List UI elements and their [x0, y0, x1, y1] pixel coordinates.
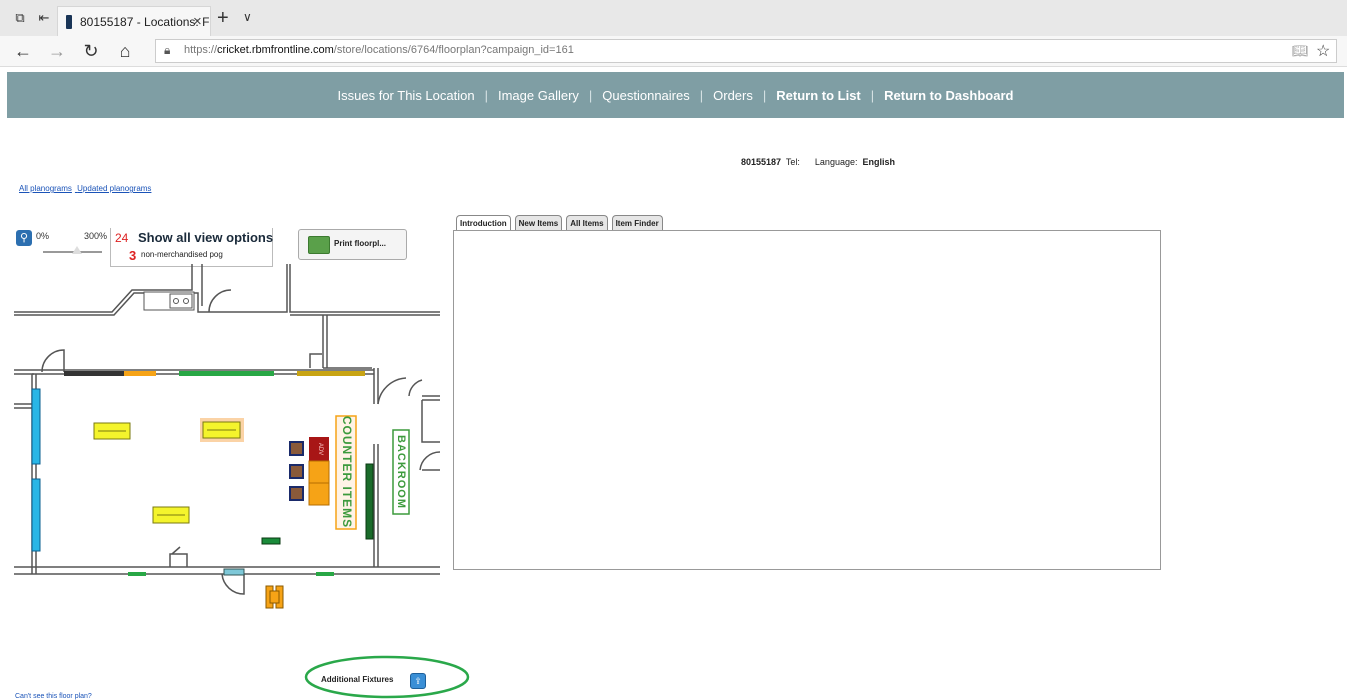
language-value: English	[862, 157, 895, 167]
tel-label: Tel:	[785, 157, 800, 167]
nav-separator: |	[762, 87, 767, 103]
site-nav-bar: Issues for This Location | Image Gallery…	[7, 72, 1344, 118]
wall-fixture[interactable]	[365, 463, 374, 540]
site-nav-links: Issues for This Location | Image Gallery…	[7, 72, 1344, 118]
tab-introduction[interactable]: Introduction	[456, 215, 511, 231]
show-all-view-options-link[interactable]: Show all view options	[138, 230, 273, 245]
fixture-square[interactable]	[289, 486, 304, 501]
tab-actions-icon[interactable]: ⧉	[12, 10, 28, 26]
tab-content-panel	[453, 230, 1161, 570]
store-floor-plan: ADV COUNTER ITEMS BACKROOM	[14, 264, 440, 609]
print-floorplan-label: Print floorpl...	[334, 239, 386, 248]
forward-arrow-icon[interactable]: →	[46, 41, 68, 61]
reading-view-icon[interactable]: 📖︎	[1292, 43, 1309, 59]
nav-separator: |	[870, 87, 875, 103]
wall-fixture[interactable]	[297, 371, 365, 376]
tab-item-finder[interactable]: Item Finder	[611, 215, 663, 231]
browser-nav-bar: ← → ↻ ⌂ 🔒︎ https://cricket.rbmfrontline.…	[0, 36, 1347, 67]
lock-icon: 🔒︎	[164, 43, 171, 57]
back-arrow-icon[interactable]: ←	[12, 41, 34, 61]
table-fixture[interactable]	[152, 506, 190, 524]
zoom-magnifier-icon[interactable]: ⚲	[16, 230, 32, 246]
cant-see-floorplan-link[interactable]: Can't see this floor plan?	[15, 693, 92, 700]
nav-return-to-dashboard-link[interactable]: Return to Dashboard	[884, 88, 1013, 103]
printer-icon	[308, 236, 330, 254]
store-info: 80155187 Tel: Language: English	[741, 157, 895, 167]
wall-fixture[interactable]	[179, 371, 274, 376]
url-path: /store/locations/6764/floorplan?campaign…	[333, 44, 574, 56]
adv-label: ADV	[317, 443, 323, 455]
nav-issues-link[interactable]: Issues for This Location	[338, 88, 475, 103]
tab-title: 80155187 - Locations: F	[80, 15, 210, 29]
browser-tab-bar: ⧉ ⇤ 80155187 - Locations: F × + ∨	[0, 0, 1347, 37]
nav-separator: |	[484, 87, 488, 103]
additional-fixtures-icon[interactable]: ⇪	[410, 673, 426, 689]
set-aside-tabs-icon[interactable]: ⇤	[36, 10, 52, 26]
nonmerch-label: non-merchandised pog	[141, 250, 223, 259]
wall-fixture[interactable]	[31, 478, 41, 552]
url-domain: cricket.rbmfrontline.com	[217, 44, 334, 56]
backroom-label[interactable]: BACKROOM	[395, 435, 407, 509]
url-text[interactable]: https://cricket.rbmfrontline.com/store/l…	[184, 44, 574, 56]
view-options-panel: 24 Show all view options 3 non-merchandi…	[110, 228, 273, 267]
nav-orders-link[interactable]: Orders	[713, 88, 753, 103]
tab-all-items[interactable]: All Items	[566, 215, 608, 231]
language-label: Language:	[814, 157, 858, 167]
print-floorplan-button[interactable]: Print floorpl...	[298, 229, 407, 260]
table-fixture[interactable]	[200, 418, 244, 442]
all-planograms-link[interactable]: All planograms	[19, 184, 72, 193]
nav-separator: |	[699, 87, 704, 103]
nonmerch-count: 3	[129, 248, 137, 263]
refresh-icon[interactable]: ↻	[80, 41, 102, 61]
tab-preview-chevron-icon[interactable]: ∨	[243, 10, 252, 24]
fixture-square[interactable]	[289, 464, 304, 479]
new-tab-button[interactable]: +	[217, 7, 229, 30]
zoom-max-label: 300%	[84, 231, 108, 241]
address-bar[interactable]: 🔒︎ https://cricket.rbmfrontline.com/stor…	[155, 39, 1337, 63]
url-prefix: https://	[184, 44, 218, 56]
close-tab-icon[interactable]: ×	[193, 13, 202, 30]
table-fixture[interactable]	[93, 422, 131, 440]
tab-new-items[interactable]: New Items	[514, 215, 563, 231]
nav-questionnaires-link[interactable]: Questionnaires	[602, 88, 689, 103]
updated-planograms-link[interactable]: Updated planograms	[77, 184, 151, 193]
zoom-min-label: 0%	[36, 231, 50, 241]
additional-fixtures-label[interactable]: Additional Fixtures	[321, 675, 393, 684]
store-id: 80155187	[741, 157, 782, 167]
small-fixture[interactable]	[261, 537, 281, 545]
favorite-star-icon[interactable]: ☆	[1316, 41, 1330, 61]
fixture-square[interactable]	[289, 441, 304, 456]
nav-return-to-list-link[interactable]: Return to List	[776, 88, 861, 103]
site-favicon-icon	[66, 15, 72, 29]
home-icon[interactable]: ⌂	[114, 41, 136, 61]
view-options-count: 24	[115, 231, 129, 245]
zoom-slider-handle[interactable]	[72, 246, 82, 254]
nav-separator: |	[588, 87, 593, 103]
nav-image-gallery-link[interactable]: Image Gallery	[498, 88, 579, 103]
browser-tab[interactable]: 80155187 - Locations: F ×	[57, 6, 211, 37]
planogram-links: All planograms Updated planograms	[19, 184, 154, 193]
wall-fixture[interactable]	[31, 388, 41, 465]
content-tabs: Introduction New Items All Items Item Fi…	[456, 215, 667, 231]
counter-items-label[interactable]: COUNTER ITEMS	[340, 416, 354, 528]
